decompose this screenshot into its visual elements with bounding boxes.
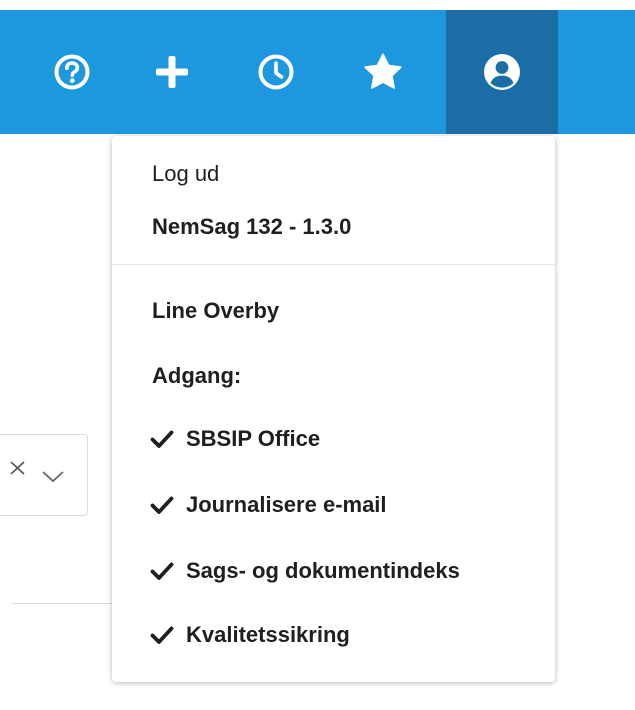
menu-divider [112, 264, 555, 265]
permission-label: Kvalitetssikring [186, 622, 350, 647]
permission-item: Kvalitetssikring [150, 622, 350, 648]
permission-label: SBSIP Office [186, 426, 321, 451]
user-circle-icon [484, 54, 520, 90]
access-heading: Adgang: [152, 363, 242, 388]
checkmark-icon [150, 430, 174, 448]
checkmark-icon [150, 562, 174, 580]
clock-icon [258, 54, 294, 90]
checkmark-icon [150, 626, 174, 644]
checkmark-icon [150, 496, 174, 514]
clear-x-icon[interactable] [7, 457, 29, 479]
recent-button[interactable] [231, 10, 321, 134]
version-label: NemSag 132 - 1.3.0 [152, 214, 352, 239]
star-icon [364, 53, 402, 89]
permission-item: SBSIP Office [150, 426, 320, 452]
permission-item: Journalisere e-mail [150, 492, 387, 518]
user-menu-button[interactable] [446, 10, 558, 134]
favorites-button[interactable] [338, 10, 428, 134]
help-button[interactable] [27, 10, 117, 134]
logout-link[interactable]: Log ud [152, 161, 219, 187]
permission-item: Sags- og dokumentindeks [150, 558, 460, 584]
permission-label: Sags- og dokumentindeks [186, 558, 460, 583]
background-select-field[interactable] [0, 434, 88, 516]
permission-label: Journalisere e-mail [186, 492, 387, 517]
add-button[interactable] [127, 10, 217, 134]
user-name: Line Overby [152, 298, 280, 323]
help-circle-icon [54, 54, 90, 90]
user-dropdown-menu: Log ud NemSag 132 - 1.3.0 Line Overby Ad… [112, 136, 555, 682]
chevron-down-icon[interactable] [41, 470, 65, 484]
plus-icon [156, 56, 188, 88]
top-navigation-bar [0, 10, 635, 134]
